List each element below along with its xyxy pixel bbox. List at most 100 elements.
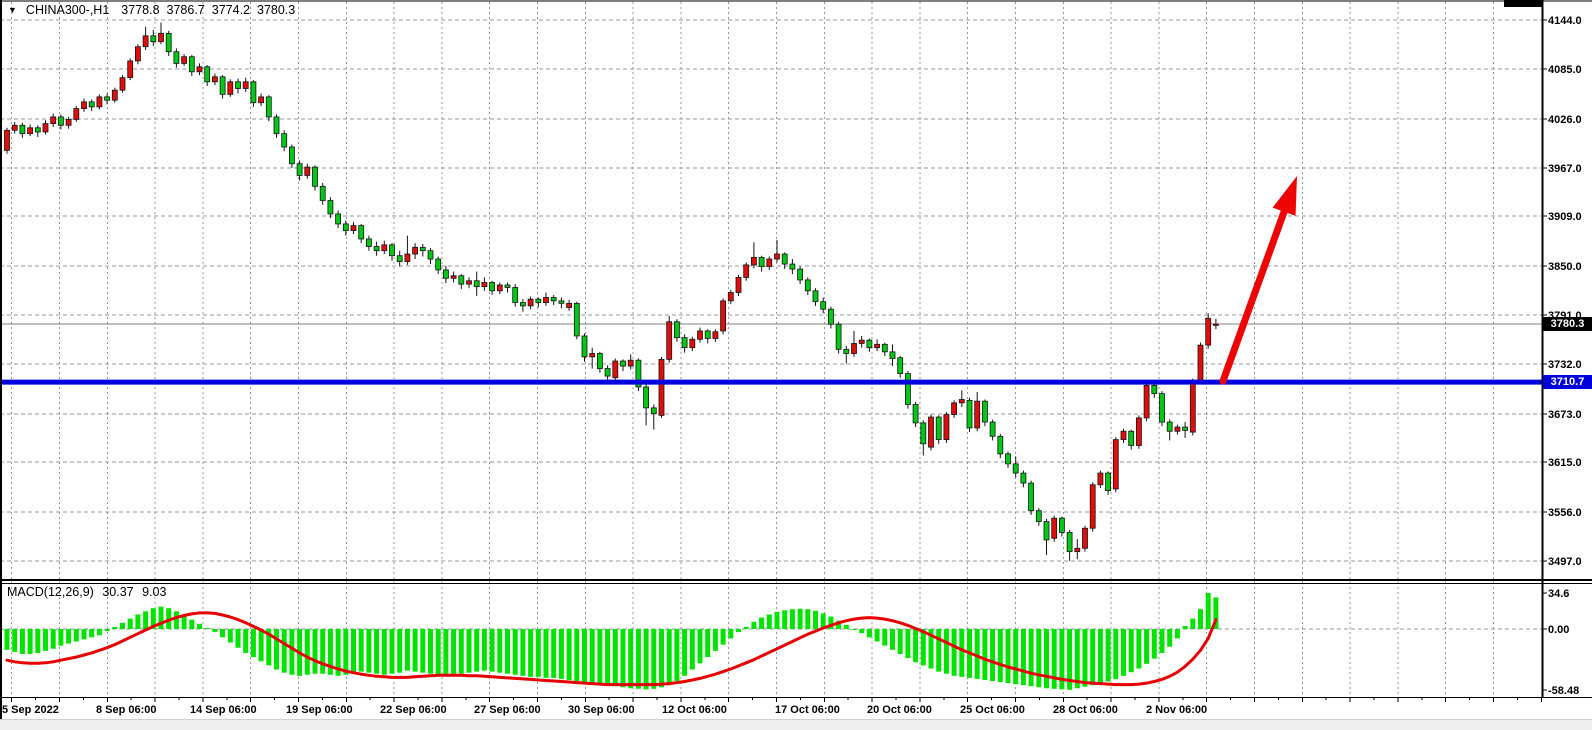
macd-bar [1090, 629, 1095, 685]
bottom-strip [0, 719, 1592, 730]
candle-bear [35, 128, 40, 132]
macd-bar [1013, 629, 1018, 684]
candle-bull [51, 117, 56, 124]
macd-bar [20, 629, 25, 654]
trend-arrow-head[interactable] [1273, 176, 1297, 216]
candle-bear [844, 349, 849, 353]
price-axis-label: 4144.0 [1548, 15, 1582, 27]
macd-bar [898, 629, 903, 654]
macd-bar [313, 629, 318, 674]
candle-bull [228, 82, 233, 95]
macd-bar [659, 629, 664, 687]
candle-bear [821, 302, 826, 310]
macd-bar [128, 619, 133, 629]
time-axis-label: 20 Oct 06:00 [867, 704, 932, 716]
candle-bear [605, 369, 610, 377]
macd-bar [228, 629, 233, 643]
candle-bull [112, 90, 117, 100]
candle-bull [1121, 431, 1126, 439]
candle-bear [359, 226, 364, 239]
macd-bar [1183, 626, 1188, 629]
candle-bear [551, 297, 556, 300]
candle-bear [621, 361, 626, 366]
candle-bear [798, 269, 803, 280]
chart-shift-marker [1504, 0, 1543, 7]
candle-bear [105, 97, 110, 100]
candle-bull [143, 36, 148, 47]
macd-bar [397, 629, 402, 673]
candle-bear [574, 303, 579, 336]
macd-bar [1075, 629, 1080, 688]
candle-bull [74, 109, 79, 120]
macd-main-value: 30.37 [102, 585, 133, 599]
candle-bear [990, 422, 995, 436]
candle-bear [998, 436, 1003, 454]
macd-bar [998, 629, 1003, 682]
time-axis-label: 22 Sep 06:00 [380, 704, 447, 716]
candle-bear [913, 405, 918, 423]
candle-bear [520, 303, 525, 306]
macd-bar [528, 629, 533, 677]
candle-bear [890, 352, 895, 359]
macd-bar [628, 629, 633, 688]
candle-bull [159, 33, 164, 41]
chart-canvas[interactable]: 4144.04085.04026.03967.03909.03850.03791… [0, 0, 1592, 730]
macd-bar [343, 629, 348, 675]
macd-bar [852, 629, 857, 630]
candle-bear [328, 201, 333, 214]
macd-bar [1036, 629, 1041, 687]
time-axis-label: 28 Oct 06:00 [1053, 704, 1118, 716]
macd-bar [174, 611, 179, 629]
macd-bar [613, 629, 618, 686]
macd-bar [420, 629, 425, 673]
macd-bar [728, 629, 733, 638]
candle-bear [174, 52, 179, 64]
macd-bar [74, 629, 79, 641]
time-axis-label: 2 Nov 06:00 [1146, 704, 1207, 716]
macd-bar [405, 629, 410, 671]
candle-bull [713, 332, 718, 339]
macd-bar [220, 629, 225, 637]
symbol-dropdown-icon[interactable]: ▼ [8, 5, 17, 15]
candle-bull [497, 285, 502, 291]
macd-bar [959, 629, 964, 677]
candle-bear [1167, 422, 1172, 431]
macd-bar [1190, 619, 1195, 629]
macd-indicator-label: MACD(12,26,9) 30.37 9.03 [7, 585, 171, 599]
candle-bear [366, 239, 371, 247]
macd-bar [212, 629, 217, 632]
macd-bar [490, 629, 495, 672]
ohlc-open: 3778.8 [121, 3, 159, 17]
time-axis-label: 14 Sep 06:00 [190, 704, 257, 716]
candle-bear [320, 186, 325, 200]
macd-bar [320, 629, 325, 674]
candle-bear [282, 134, 287, 147]
candle-bull [698, 331, 703, 339]
macd-bar [590, 629, 595, 683]
candle-bear [705, 331, 710, 339]
macd-bar [451, 629, 456, 675]
candle-bear [905, 374, 910, 405]
candle-bull [952, 403, 957, 415]
time-axis-label: 17 Oct 06:00 [775, 704, 840, 716]
candle-bull [744, 265, 749, 278]
macd-bar [120, 623, 125, 629]
candle-bear [982, 401, 987, 422]
macd-bar [1121, 629, 1126, 676]
candle-bull [305, 167, 310, 175]
candle-bear [443, 270, 448, 278]
chart-title: ▼ CHINA300-,H1 3778.8 3786.7 3774.2 3780… [8, 3, 302, 17]
candle-bull [567, 303, 572, 307]
macd-bar [751, 622, 756, 629]
macd-bar [744, 627, 749, 629]
macd-bar [721, 629, 726, 645]
candle-bear [1129, 431, 1134, 445]
macd-bar [82, 629, 87, 639]
macd-bar [482, 629, 487, 671]
candle-bear [505, 285, 510, 288]
macd-axis-label: 0.00 [1548, 624, 1569, 636]
candle-bear [390, 245, 395, 256]
time-axis-label: 8 Sep 06:00 [96, 704, 157, 716]
ohlc-close: 3780.3 [257, 3, 295, 17]
macd-bar [1129, 629, 1134, 672]
